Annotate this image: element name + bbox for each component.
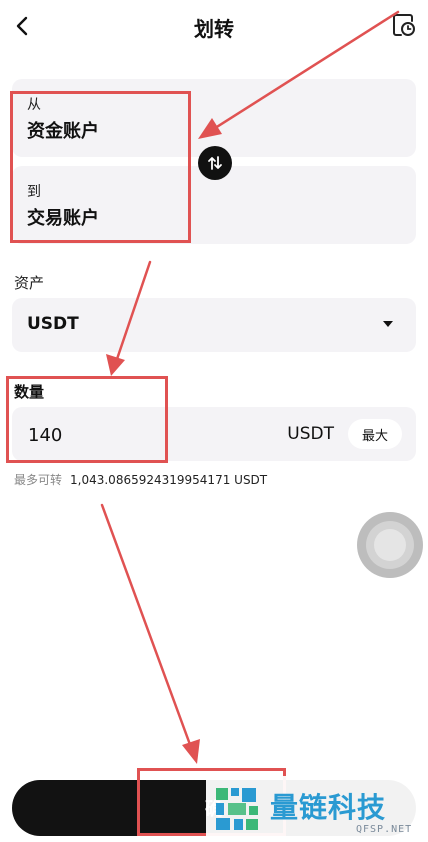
qr-logo-icon	[216, 788, 258, 830]
annotation-arrowhead-middle	[106, 354, 125, 376]
annotation-arrow-bottom	[100, 503, 194, 752]
available-balance: 最多可转 1,043.0865924319954171 USDT	[14, 471, 267, 488]
available-amount: 1,043.0865924319954171 USDT	[70, 473, 268, 487]
watermark: 量链科技 QFSP.NET	[206, 776, 428, 842]
from-label: 从	[27, 97, 41, 113]
history-button[interactable]	[388, 10, 418, 40]
asset-select[interactable]: USDT	[12, 298, 416, 352]
assistive-core	[374, 529, 406, 561]
swap-accounts-button[interactable]	[198, 146, 232, 180]
watermark-sub: QFSP.NET	[356, 824, 413, 835]
quantity-label: 数量	[14, 383, 45, 401]
available-label: 最多可转	[14, 473, 63, 487]
caret-down-icon	[383, 321, 393, 327]
watermark-text: 量链科技	[270, 791, 387, 824]
quantity-input[interactable]	[26, 420, 230, 450]
max-button[interactable]: 最大	[348, 419, 402, 449]
swap-vertical-icon	[208, 156, 222, 170]
asset-selected-value: USDT	[27, 314, 79, 334]
to-label: 到	[27, 184, 41, 200]
from-account-value: 资金账户	[27, 121, 99, 142]
quantity-unit: USDT	[287, 424, 334, 444]
document-clock-icon	[393, 14, 415, 36]
annotation-arrowhead-bottom	[182, 739, 200, 764]
assistive-touch-button[interactable]	[357, 512, 423, 578]
quantity-field: USDT 最大	[12, 407, 416, 461]
to-account-value: 交易账户	[27, 208, 99, 229]
page-title: 划转	[194, 17, 234, 41]
asset-label: 资产	[14, 274, 45, 292]
header-bar: 划转	[0, 0, 428, 54]
